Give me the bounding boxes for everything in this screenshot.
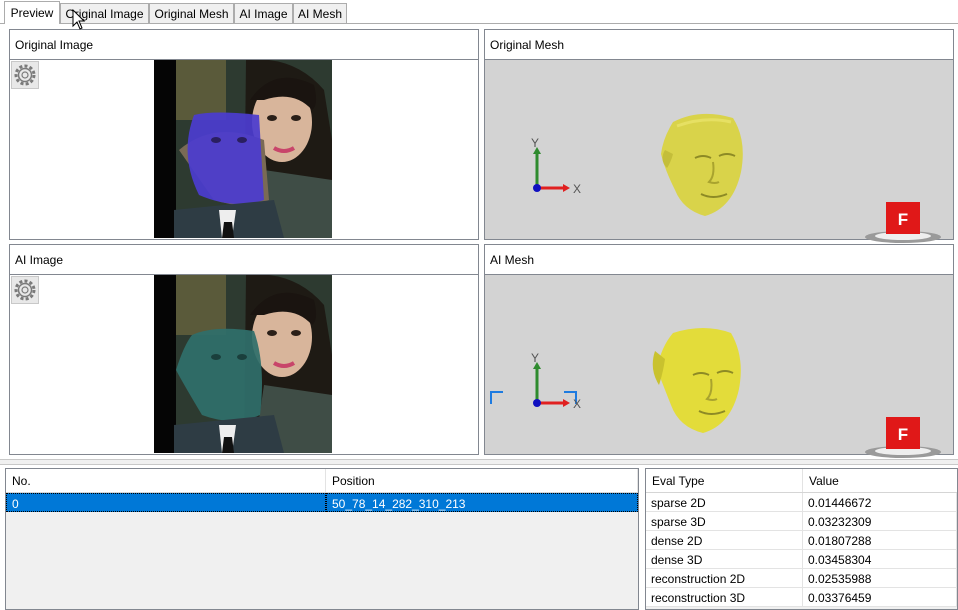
selection-corner-icon xyxy=(490,391,503,404)
cell-eval-type: reconstruction 3D xyxy=(646,588,803,607)
cell-value: 0.01807288 xyxy=(803,531,957,550)
eval-grid-header: Eval Type Value xyxy=(646,469,957,493)
original-image-panel-title: Original Image xyxy=(10,30,478,60)
cell-value: 0.03458304 xyxy=(803,550,957,569)
cell-eval-type: sparse 2D xyxy=(646,493,803,512)
results-grid-header: No. Position xyxy=(6,469,638,493)
tab-original-mesh[interactable]: Original Mesh xyxy=(149,3,234,23)
ai-mesh-panel-title: AI Mesh xyxy=(485,245,953,275)
original-image-viewport[interactable] xyxy=(10,60,478,239)
tab-ai-image-label: AI Image xyxy=(239,6,288,21)
tab-ai-mesh-label: AI Mesh xyxy=(297,6,342,21)
settings-gear-icon[interactable] xyxy=(11,276,39,304)
tab-preview-label: Preview xyxy=(10,6,54,20)
axis-gizmo-icon: Y X xyxy=(531,138,581,196)
cell-position: 50_78_14_282_310_213 xyxy=(326,493,638,512)
tab-original-mesh-label: Original Mesh xyxy=(154,6,229,21)
table-row[interactable]: dense 3D 0.03458304 xyxy=(646,550,957,569)
orientation-marker-label: F xyxy=(898,425,908,444)
tab-ai-mesh[interactable]: AI Mesh xyxy=(293,3,347,23)
tab-preview[interactable]: Preview xyxy=(4,1,60,24)
axis-x-label: X xyxy=(573,182,581,196)
cell-value: 0.03376459 xyxy=(803,588,957,607)
cell-eval-type: dense 2D xyxy=(646,531,803,550)
cell-no: 0 xyxy=(6,493,326,512)
original-mesh-panel: Original Mesh Y X F xyxy=(484,29,954,243)
mouse-cursor-icon xyxy=(72,9,86,30)
cell-eval-type: sparse 3D xyxy=(646,512,803,531)
table-row[interactable]: dense 2D 0.01807288 xyxy=(646,531,957,550)
original-image-panel: Original Image xyxy=(9,29,479,240)
horizontal-splitter[interactable] xyxy=(0,459,958,465)
table-row[interactable]: reconstruction 3D 0.03376459 xyxy=(646,588,957,607)
axis-gizmo-icon: Y X xyxy=(531,353,581,411)
column-header-value[interactable]: Value xyxy=(803,469,957,492)
cell-value: 0.03232309 xyxy=(803,512,957,531)
ai-mesh-panel: AI Mesh Y X F xyxy=(484,244,954,458)
original-photo-image xyxy=(154,60,332,238)
cell-eval-type: reconstruction 2D xyxy=(646,569,803,588)
cell-value: 0.02535988 xyxy=(803,569,957,588)
axis-x-label: X xyxy=(573,397,581,411)
ai-photo-image xyxy=(154,275,332,453)
ai-face-mesh xyxy=(652,328,741,433)
ai-image-viewport[interactable] xyxy=(10,275,478,454)
orientation-marker-icon[interactable]: F xyxy=(863,415,943,459)
tab-ai-image[interactable]: AI Image xyxy=(234,3,293,23)
table-row[interactable]: reconstruction 2D 0.02535988 xyxy=(646,569,957,588)
table-row[interactable]: sparse 2D 0.01446672 xyxy=(646,493,957,512)
table-row[interactable]: sparse 3D 0.03232309 xyxy=(646,512,957,531)
ai-image-panel-title: AI Image xyxy=(10,245,478,275)
cell-value: 0.01446672 xyxy=(803,493,957,512)
table-row[interactable]: 0 50_78_14_282_310_213 xyxy=(6,493,638,512)
original-mesh-panel-title: Original Mesh xyxy=(485,30,953,60)
tab-bar: Preview Original Image Original Mesh AI … xyxy=(0,0,958,24)
ai-mesh-viewport[interactable]: Y X F xyxy=(485,275,953,458)
settings-gear-icon[interactable] xyxy=(11,61,39,89)
original-mesh-viewport[interactable]: Y X F xyxy=(485,60,953,243)
column-header-position[interactable]: Position xyxy=(326,469,638,492)
results-grid: No. Position 0 50_78_14_282_310_213 xyxy=(5,468,639,610)
orientation-marker-icon[interactable]: F xyxy=(863,200,943,244)
column-header-eval-type[interactable]: Eval Type xyxy=(646,469,803,492)
column-header-no[interactable]: No. xyxy=(6,469,326,492)
ai-image-panel: AI Image xyxy=(9,244,479,455)
original-face-mesh xyxy=(661,113,743,216)
orientation-marker-label: F xyxy=(898,210,908,229)
cell-eval-type: dense 3D xyxy=(646,550,803,569)
axis-y-label: Y xyxy=(531,138,539,150)
eval-grid: Eval Type Value sparse 2D 0.01446672 spa… xyxy=(645,468,958,610)
axis-y-label: Y xyxy=(531,353,539,365)
